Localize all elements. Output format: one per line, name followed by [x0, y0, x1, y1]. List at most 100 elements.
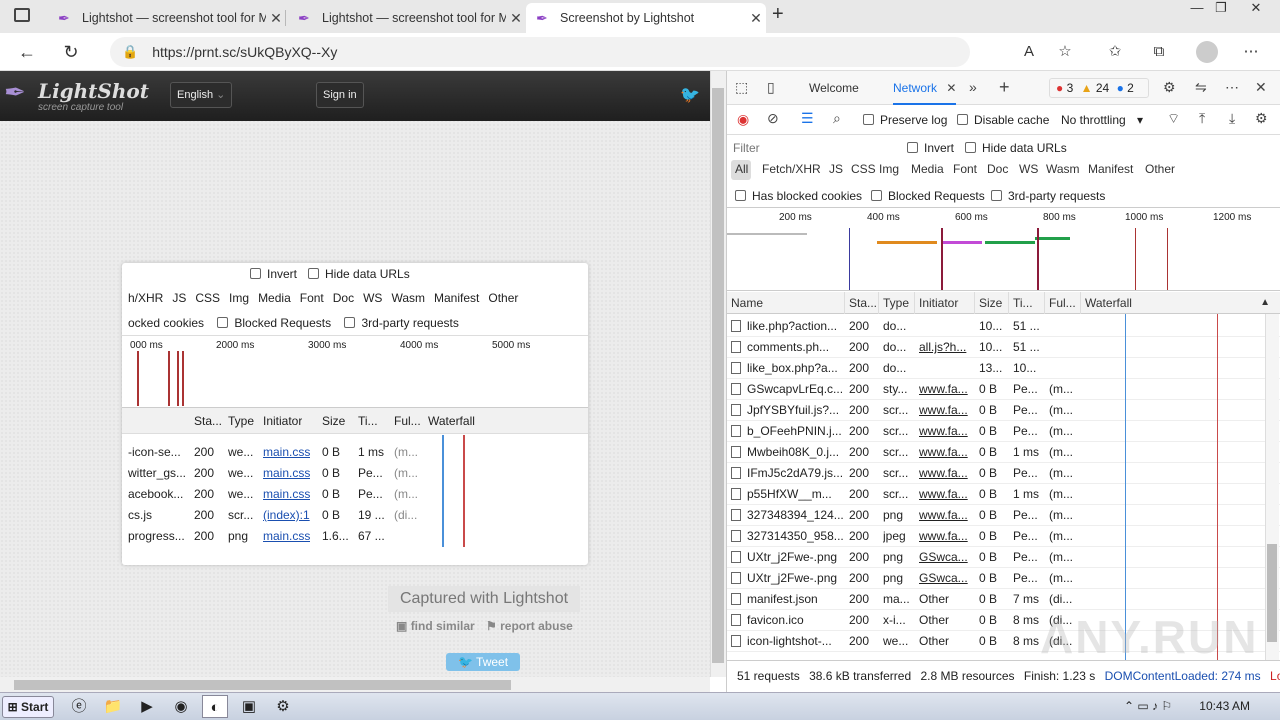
- window-close-icon[interactable]: ✕: [1236, 0, 1276, 20]
- lightshot-logo[interactable]: LightShot: [38, 79, 149, 103]
- tab-2[interactable]: ✒ Lightshot — screenshot tool for M ✕: [288, 3, 526, 33]
- request-cell[interactable]: www.fa...: [919, 421, 975, 442]
- close-icon[interactable]: ✕: [746, 10, 766, 27]
- tab-welcome[interactable]: Welcome: [809, 71, 859, 105]
- filter-ws[interactable]: WS: [1019, 162, 1038, 176]
- issues-counter[interactable]: ● 3 ▲ 24 ● 2: [1049, 78, 1149, 98]
- filter-doc[interactable]: Doc: [987, 162, 1008, 176]
- more-icon[interactable]: ⋯: [1240, 41, 1262, 63]
- chrome-icon[interactable]: ◉: [168, 695, 194, 718]
- clear-icon[interactable]: ⊘: [767, 110, 779, 127]
- filter-other[interactable]: Other: [1145, 162, 1175, 176]
- col-time[interactable]: Ti...: [1009, 292, 1045, 314]
- media-player-icon[interactable]: ▶: [134, 695, 160, 718]
- col-size[interactable]: Size: [975, 292, 1009, 314]
- tweet-button[interactable]: 🐦 Tweet: [446, 653, 520, 671]
- record-icon[interactable]: ◉: [737, 111, 749, 128]
- request-cell[interactable]: www.fa...: [919, 505, 975, 526]
- request-cell[interactable]: Other: [919, 610, 975, 631]
- request-row[interactable]: comments.ph... 200 do... all.js?h... 10... 51…: [727, 337, 1280, 358]
- connect-icon[interactable]: ⇋: [1195, 79, 1207, 96]
- request-row[interactable]: p55HfXW__m... 200 scr... www.fa... 0 B 1 ms (m…: [727, 484, 1280, 505]
- request-cell[interactable]: www.fa...: [919, 400, 975, 421]
- request-row[interactable]: like.php?action... 200 do... 10... 51 ...: [727, 316, 1280, 337]
- twitter-icon[interactable]: 🐦: [680, 85, 700, 105]
- request-cell[interactable]: all.js?h...: [919, 337, 975, 358]
- request-row[interactable]: like_box.php?a... 200 do... 13... 10...: [727, 358, 1280, 379]
- clock[interactable]: 10:43 AM: [1199, 699, 1250, 713]
- collections-icon[interactable]: ⧉: [1148, 41, 1170, 63]
- add-tab-icon[interactable]: +: [999, 77, 1010, 98]
- request-row[interactable]: Mwbeih08K_0.j... 200 scr... www.fa... 0 B 1 m…: [727, 442, 1280, 463]
- col-fulfilled[interactable]: Ful...: [1045, 292, 1081, 314]
- third-party-checkbox[interactable]: 3rd-party requests: [991, 189, 1105, 203]
- col-waterfall[interactable]: Waterfall ▲: [1081, 292, 1280, 314]
- filter-font[interactable]: Font: [953, 162, 977, 176]
- sign-in-button[interactable]: Sign in: [316, 82, 364, 108]
- filter-all[interactable]: All: [735, 162, 748, 176]
- inner-cell[interactable]: (index):1: [263, 508, 310, 522]
- request-cell[interactable]: www.fa...: [919, 526, 975, 547]
- filter-input[interactable]: [729, 138, 895, 158]
- col-name[interactable]: Name: [727, 292, 845, 314]
- inner-cell[interactable]: main.css: [263, 466, 310, 480]
- refresh-icon[interactable]: ↻: [58, 39, 84, 65]
- request-row[interactable]: UXtr_j2Fwe-.png 200 png GSwca... 0 B Pe... (m.…: [727, 568, 1280, 589]
- tab-actions-icon[interactable]: [14, 8, 30, 22]
- network-overview[interactable]: 200 ms 400 ms 600 ms 800 ms 1000 ms 1200…: [727, 207, 1280, 291]
- close-icon[interactable]: ✕: [946, 81, 956, 95]
- settings-icon[interactable]: ⚙: [1255, 110, 1268, 127]
- request-cell[interactable]: www.fa...: [919, 379, 975, 400]
- request-row[interactable]: 327348394_124... 200 png www.fa... 0 B Pe... (…: [727, 505, 1280, 526]
- report-abuse-link[interactable]: ⚑ report abuse: [486, 619, 573, 633]
- filter-js[interactable]: JS: [829, 162, 843, 176]
- restore-icon[interactable]: ❐: [1206, 0, 1236, 20]
- request-cell[interactable]: www.fa...: [919, 463, 975, 484]
- request-cell[interactable]: [919, 316, 975, 337]
- tab-3-active[interactable]: ✒ Screenshot by Lightshot ✕: [526, 3, 766, 33]
- add-favorite-icon[interactable]: ☆: [1054, 41, 1076, 63]
- request-row[interactable]: GSwcapvLrEq.c... 200 sty... www.fa... 0 B Pe.…: [727, 379, 1280, 400]
- wifi-icon[interactable]: ⌔: [1167, 110, 1180, 128]
- more-icon[interactable]: ⋯: [1225, 79, 1239, 96]
- request-cell[interactable]: Other: [919, 589, 975, 610]
- throttling-select[interactable]: No throttling ▾: [1061, 113, 1143, 127]
- col-status[interactable]: Sta...: [845, 292, 879, 314]
- language-dropdown[interactable]: English ⌄: [170, 82, 233, 108]
- filter-css[interactable]: CSS: [851, 162, 876, 176]
- has-blocked-cookies-checkbox[interactable]: Has blocked cookies: [735, 189, 862, 203]
- folder-icon[interactable]: 📁: [100, 695, 126, 718]
- upload-icon[interactable]: ⤒: [1199, 110, 1205, 127]
- request-cell[interactable]: www.fa...: [919, 484, 975, 505]
- more-tabs-icon[interactable]: »: [969, 79, 977, 95]
- filter-wasm[interactable]: Wasm: [1046, 162, 1080, 176]
- filter-manifest[interactable]: Manifest: [1088, 162, 1133, 176]
- tab-network[interactable]: Network ✕: [893, 71, 957, 105]
- start-button[interactable]: ⊞ Start: [2, 696, 54, 718]
- request-row[interactable]: manifest.json 200 ma... Other 0 B 7 ms (di...: [727, 589, 1280, 610]
- request-cell[interactable]: GSwca...: [919, 547, 975, 568]
- find-similar-link[interactable]: ▣ find similar: [396, 619, 475, 633]
- inner-cell[interactable]: main.css: [263, 487, 310, 501]
- edge-icon[interactable]: ◐: [202, 695, 228, 718]
- filter-img[interactable]: Img: [879, 162, 899, 176]
- window-icon[interactable]: ▣: [236, 695, 262, 718]
- inspect-icon[interactable]: ⬚: [735, 79, 748, 96]
- settings-icon[interactable]: ⚙: [1163, 79, 1176, 96]
- col-initiator[interactable]: Initiator: [915, 292, 975, 314]
- back-icon[interactable]: ←: [14, 39, 40, 65]
- invert-checkbox[interactable]: Invert: [907, 141, 954, 155]
- tray-icons[interactable]: ⌃ ▭ ♪ ⚐: [1124, 699, 1172, 713]
- device-toggle-icon[interactable]: ▯: [767, 79, 775, 96]
- read-aloud-icon[interactable]: A: [1018, 41, 1040, 63]
- new-tab-button[interactable]: +: [772, 3, 784, 26]
- app-icon[interactable]: ⚙: [270, 695, 296, 718]
- request-cell[interactable]: GSwca...: [919, 568, 975, 589]
- request-row[interactable]: UXtr_j2Fwe-.png 200 png GSwca... 0 B Pe... (m.…: [727, 547, 1280, 568]
- url-field[interactable]: 🔒 https://prnt.sc/sUkQByXQ--Xy: [110, 37, 970, 67]
- search-icon[interactable]: ⌕: [833, 110, 841, 127]
- close-icon[interactable]: ✕: [266, 10, 286, 27]
- request-row[interactable]: JpfYSBYfuil.js?... 200 scr... www.fa... 0 B P…: [727, 400, 1280, 421]
- scrollbar-thumb[interactable]: [1267, 544, 1277, 642]
- request-row[interactable]: b_OFeehPNIN.j... 200 scr... www.fa... 0 B Pe.…: [727, 421, 1280, 442]
